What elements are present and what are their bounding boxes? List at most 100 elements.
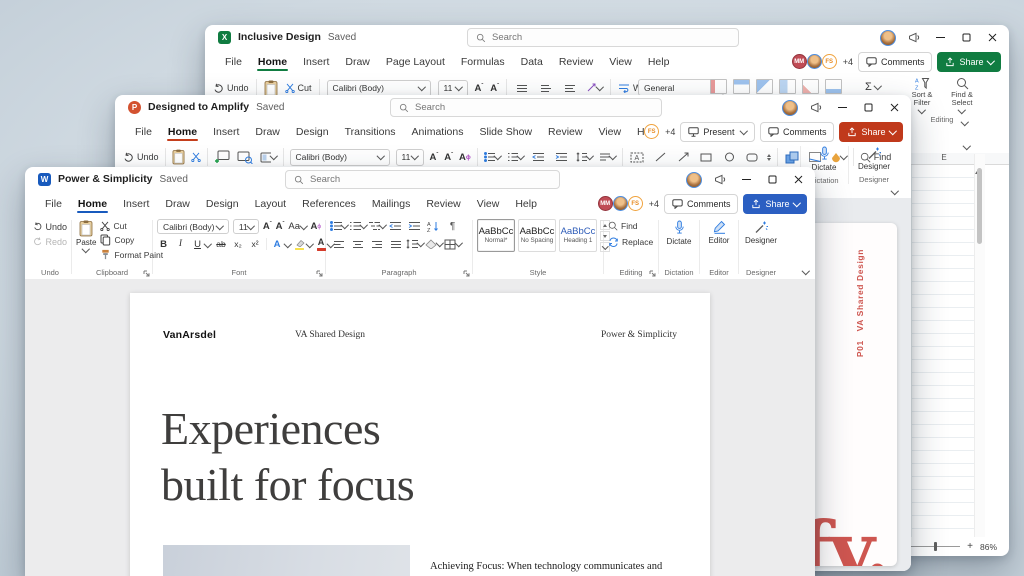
word-tab-home[interactable]: Home <box>70 192 115 215</box>
feedback-megaphone-icon[interactable] <box>803 95 829 120</box>
font-size-select[interactable]: 11 <box>437 79 468 97</box>
ppt-tab-insert[interactable]: Insert <box>205 120 247 143</box>
align-top-icon[interactable] <box>514 81 531 95</box>
excel-tab-review[interactable]: Review <box>551 50 601 73</box>
shape-line-icon[interactable] <box>652 150 669 164</box>
delete-cells-icon[interactable] <box>802 79 819 94</box>
ppt-tab-file[interactable]: File <box>127 120 160 143</box>
dictate-button[interactable]: Dictate <box>812 146 836 172</box>
avatar-fs[interactable]: FS <box>821 54 837 69</box>
maximize-button[interactable] <box>759 167 785 192</box>
highlight-button[interactable] <box>294 239 305 250</box>
ppt-tab-slide-show[interactable]: Slide Show <box>472 120 541 143</box>
excel-tab-insert[interactable]: Insert <box>295 50 337 73</box>
collapse-ribbon-chevron[interactable] <box>890 186 899 195</box>
replace-button[interactable]: Replace <box>608 237 654 247</box>
shape-rectangle-icon[interactable] <box>698 150 715 164</box>
word-tab-references[interactable]: References <box>294 192 364 215</box>
word-tab-design[interactable]: Design <box>198 192 247 215</box>
excel-tab-file[interactable]: File <box>217 50 250 73</box>
bullets-button[interactable] <box>330 219 349 233</box>
font-dialog-launcher[interactable] <box>316 270 323 277</box>
find-button[interactable]: Find <box>608 221 654 231</box>
excel-vertical-scrollbar[interactable] <box>974 154 985 537</box>
reuse-slides-button[interactable] <box>237 150 254 164</box>
paragraph-dialog-launcher[interactable] <box>463 270 470 277</box>
align-left-icon[interactable] <box>330 237 347 251</box>
shading-button[interactable] <box>425 237 444 251</box>
editing-dialog-launcher[interactable] <box>649 270 656 277</box>
undo-button[interactable]: Undo <box>213 83 249 94</box>
align-center-icon[interactable] <box>349 237 366 251</box>
font-size-select[interactable]: 11 <box>395 148 424 166</box>
word-tab-help[interactable]: Help <box>507 192 545 215</box>
numbering-button[interactable] <box>507 150 525 164</box>
avatar-mm[interactable]: MM <box>791 54 807 69</box>
maximize-button[interactable] <box>953 25 979 50</box>
find-select-button[interactable]: Find & Select <box>945 77 979 114</box>
word-tab-file[interactable]: File <box>37 192 70 215</box>
undo-button[interactable]: Undo <box>123 152 159 163</box>
font-color-button[interactable]: A <box>316 238 326 251</box>
ppt-tab-home[interactable]: Home <box>160 120 205 143</box>
shrink-font-button[interactable]: Aˇ <box>490 83 499 94</box>
share-button[interactable]: Share <box>743 193 807 214</box>
ppt-tab-transitions[interactable]: Transitions <box>337 120 404 143</box>
excel-search-input[interactable]: Search <box>467 28 739 47</box>
decrease-indent-icon[interactable] <box>530 150 547 164</box>
excel-tab-help[interactable]: Help <box>640 50 678 73</box>
subscript-button[interactable]: x₂ <box>232 239 245 249</box>
avatar-fs[interactable]: FS <box>627 196 643 211</box>
sort-button[interactable]: AZ <box>425 219 442 233</box>
italic-button[interactable]: I <box>174 239 187 249</box>
avatar-photo[interactable] <box>806 54 822 69</box>
feedback-megaphone-icon[interactable] <box>707 167 733 192</box>
style-no-spacing[interactable]: AaBbCc No Spacing <box>518 219 556 252</box>
underline-options-chevron[interactable] <box>203 239 212 248</box>
designer-button[interactable]: Designer <box>858 146 890 171</box>
bold-button[interactable]: B <box>157 239 170 250</box>
zoom-slider-handle[interactable] <box>934 542 938 551</box>
column-header-e[interactable]: E <box>929 154 959 162</box>
decrease-indent-icon[interactable] <box>387 219 404 233</box>
share-button[interactable]: Share <box>839 121 903 142</box>
word-search-input[interactable]: Search <box>285 170 560 189</box>
comments-button[interactable]: Comments <box>857 51 933 72</box>
word-tab-mailings[interactable]: Mailings <box>364 192 419 215</box>
multilevel-list-button[interactable] <box>368 219 387 233</box>
comments-button[interactable]: Comments <box>663 193 739 214</box>
zoom-in-button[interactable]: + <box>967 541 973 552</box>
close-button[interactable] <box>979 25 1005 50</box>
conditional-formatting-icon[interactable] <box>710 79 727 94</box>
scrollbar-thumb[interactable] <box>977 168 982 244</box>
line-spacing-button[interactable] <box>576 150 594 164</box>
avatar-photo[interactable] <box>612 196 628 211</box>
word-tab-layout[interactable]: Layout <box>247 192 295 215</box>
font-size-select[interactable]: 11 <box>232 219 259 234</box>
superscript-button[interactable]: x² <box>249 239 262 249</box>
paste-button[interactable]: Paste <box>76 220 96 267</box>
present-button[interactable]: Present <box>680 121 755 142</box>
new-slide-button[interactable] <box>214 150 231 164</box>
change-case-button[interactable]: Aa <box>288 221 308 232</box>
shrink-font-button[interactable]: Aˇ <box>444 152 453 163</box>
maximize-button[interactable] <box>855 95 881 120</box>
minimize-button[interactable] <box>829 95 855 120</box>
minimize-button[interactable] <box>927 25 953 50</box>
excel-tab-page-layout[interactable]: Page Layout <box>378 50 453 73</box>
shapes-gallery-scroll[interactable] <box>766 153 771 161</box>
share-button[interactable]: Share <box>937 51 1001 72</box>
powerpoint-search-input[interactable]: Search <box>390 98 662 117</box>
shrink-font-button[interactable]: Aˇ <box>276 221 285 232</box>
word-tab-review[interactable]: Review <box>418 192 468 215</box>
line-spacing-button[interactable] <box>406 237 425 251</box>
increase-indent-icon[interactable] <box>406 219 423 233</box>
excel-tab-view[interactable]: View <box>601 50 640 73</box>
user-avatar[interactable] <box>777 95 803 120</box>
paste-button[interactable] <box>264 80 278 97</box>
zoom-slider[interactable] <box>904 541 961 552</box>
minimize-button[interactable] <box>733 167 759 192</box>
ppt-tab-animations[interactable]: Animations <box>404 120 472 143</box>
grow-font-button[interactable]: Aˆ <box>263 221 272 232</box>
strikethrough-button[interactable]: ab <box>215 239 228 249</box>
